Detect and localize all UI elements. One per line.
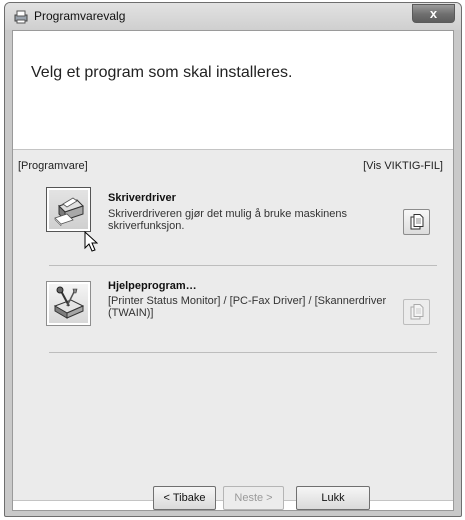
view-readme-link[interactable]: [Vis VIKTIG-FIL]	[363, 160, 443, 172]
printer-driver-description: Skriverdriveren gjør det mulig å bruke m…	[108, 208, 348, 232]
next-button[interactable]: Neste >	[223, 486, 284, 510]
back-button[interactable]: < Tibake	[153, 486, 216, 510]
printer-driver-icon	[54, 197, 84, 227]
app-icon	[14, 10, 28, 24]
title-bar: Programvarevalg x	[5, 3, 461, 30]
utility-software-description: [Printer Status Monitor] / [PC-Fax Drive…	[108, 295, 387, 319]
printer-driver-button[interactable]	[46, 187, 91, 232]
document-icon	[410, 304, 424, 320]
dialog-content: Velg et program som skal installeres. [P…	[12, 30, 454, 511]
section-label: [Programvare]	[18, 160, 88, 172]
separator	[49, 352, 437, 353]
mouse-pointer-icon	[84, 231, 98, 252]
document-icon	[410, 214, 424, 230]
utility-icon	[53, 286, 85, 319]
utility-software-readme-button[interactable]	[403, 299, 430, 325]
utility-software-button[interactable]	[46, 281, 91, 326]
utility-software-title: Hjelpeprogram…	[108, 280, 197, 292]
printer-driver-readme-button[interactable]	[403, 209, 430, 235]
printer-driver-title: Skriverdriver	[108, 192, 176, 204]
page-heading: Velg et program som skal installeres.	[31, 64, 293, 81]
close-window-button[interactable]: x	[412, 4, 455, 23]
dialog-window: Programvarevalg x Velg et program som sk…	[4, 2, 462, 517]
separator	[49, 265, 437, 266]
close-button[interactable]: Lukk	[296, 486, 370, 510]
window-title: Programvarevalg	[34, 9, 126, 23]
